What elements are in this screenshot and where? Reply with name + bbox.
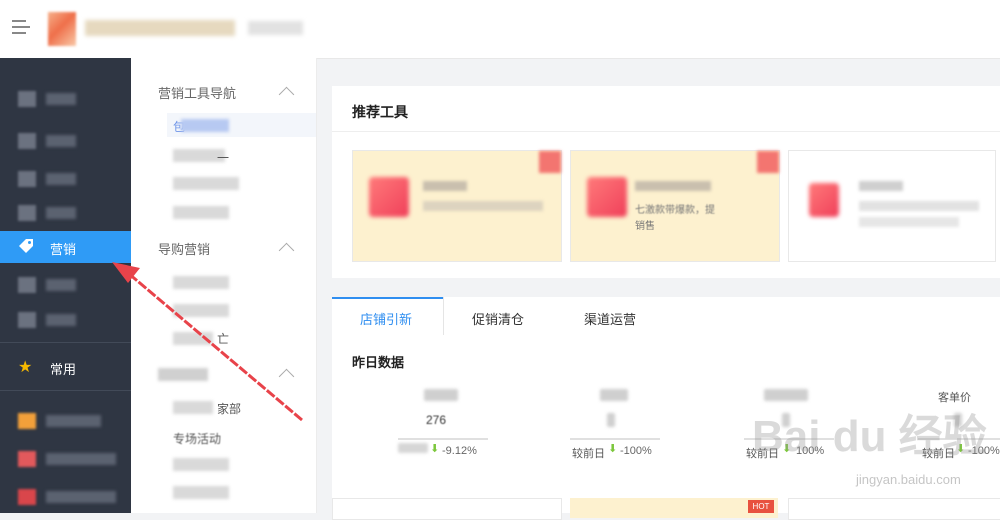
arrow-shaft (127, 271, 303, 422)
annotation-arrow (112, 262, 303, 422)
